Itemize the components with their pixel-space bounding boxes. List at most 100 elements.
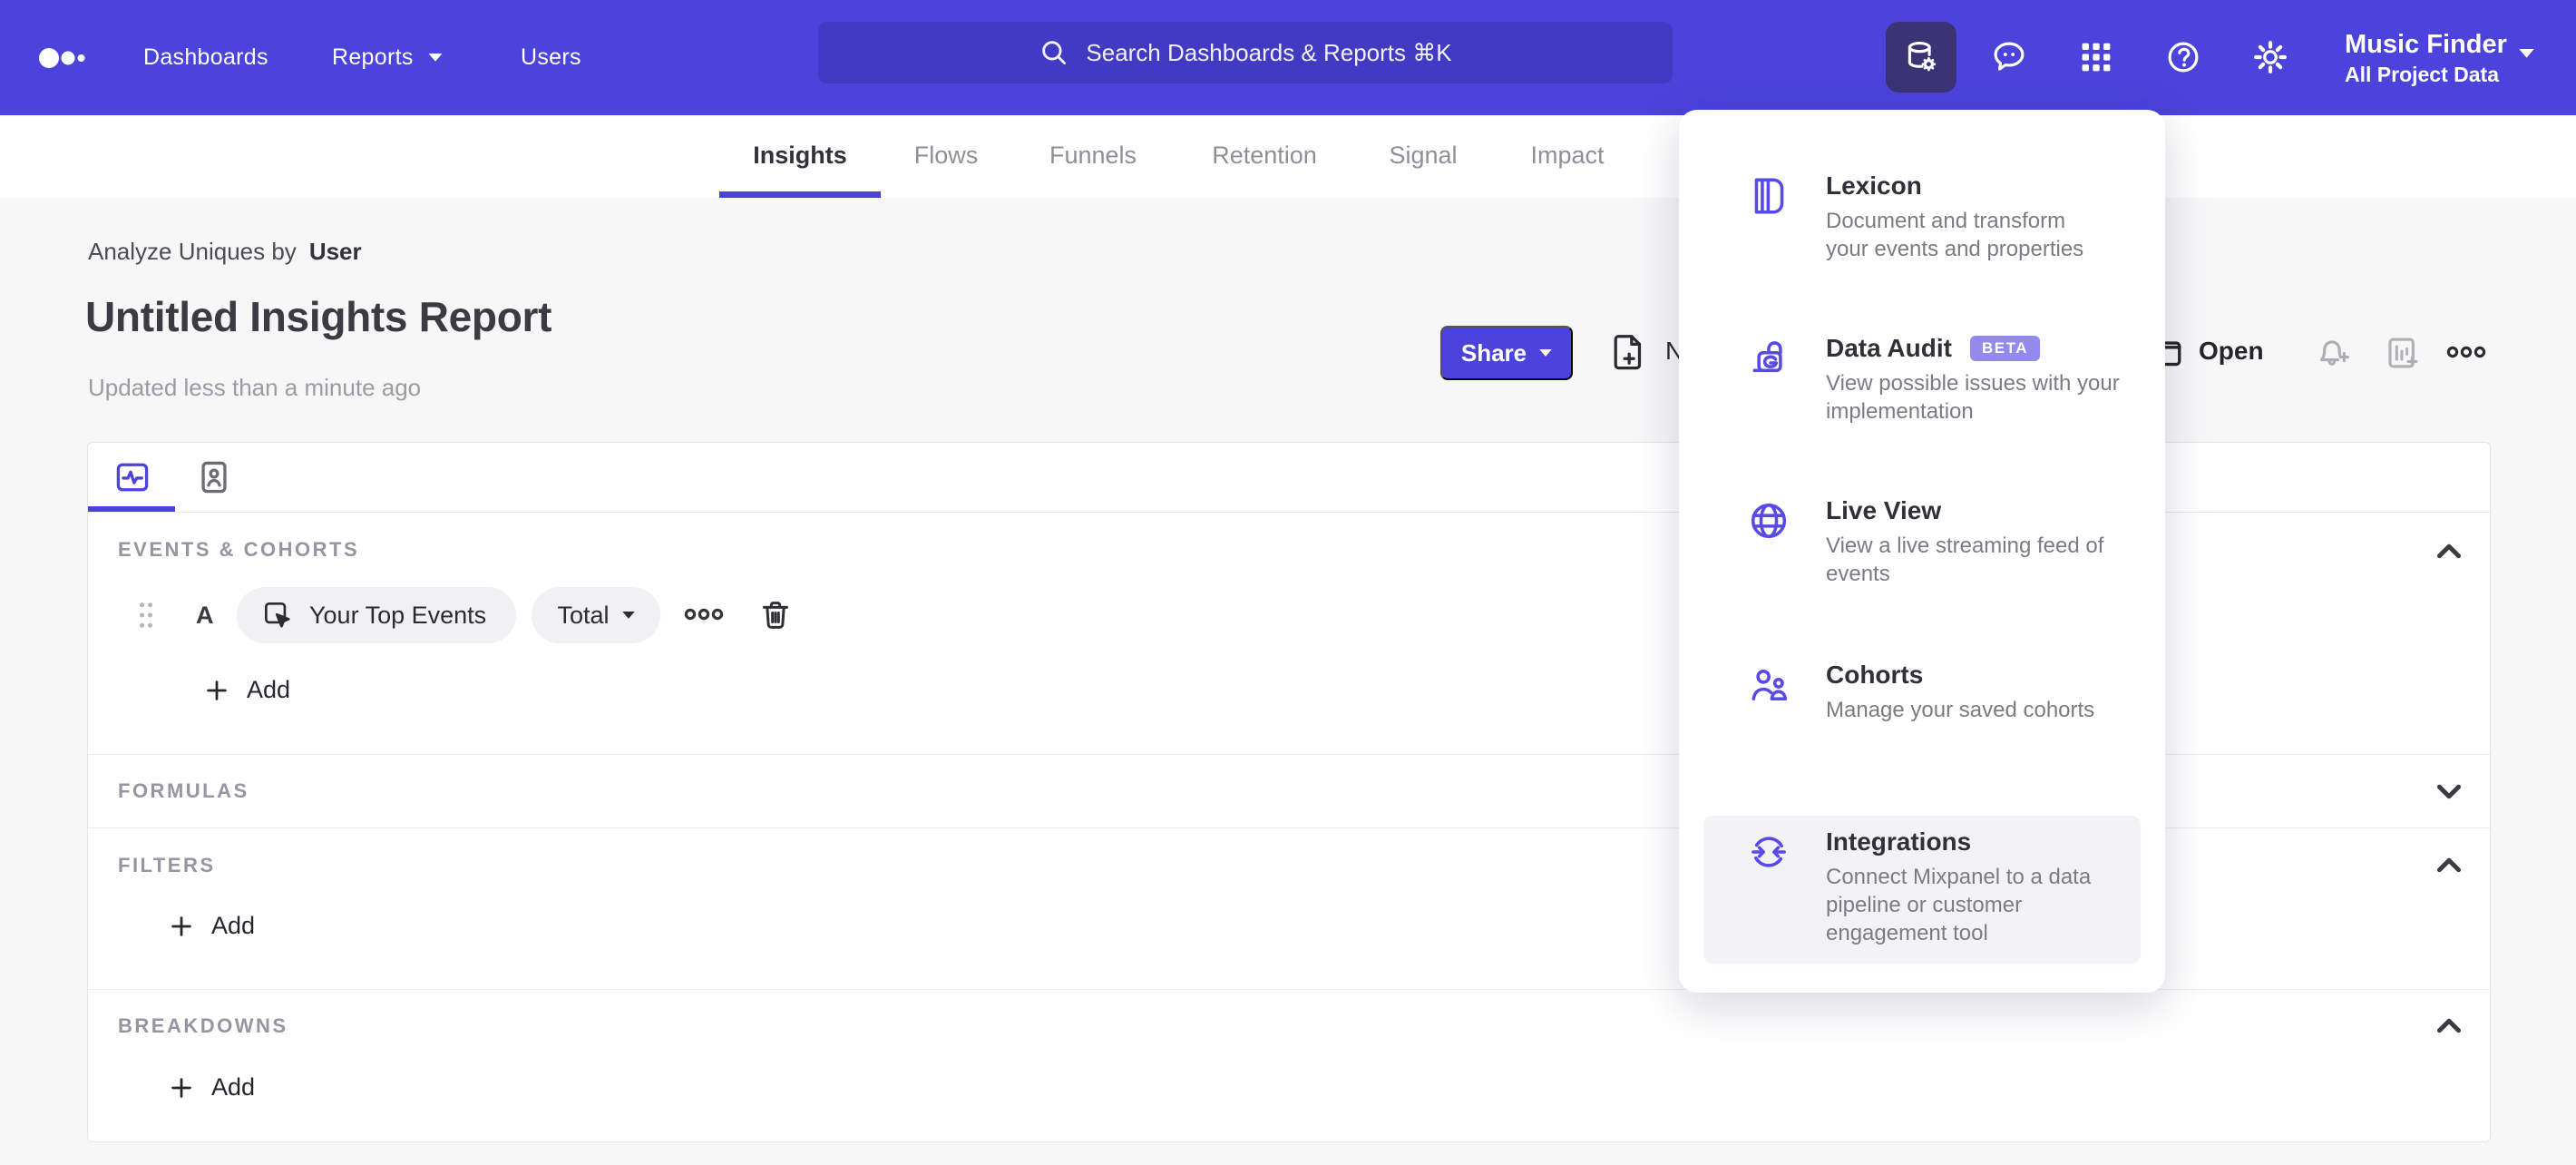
question-circle-icon [2168,42,2199,73]
event-selector[interactable]: Your Top Events [237,587,516,643]
search-icon [1042,41,1067,65]
drag-handle[interactable] [135,599,157,633]
menu-item-cohorts[interactable]: Cohorts Manage your saved cohorts [1746,659,2094,724]
add-filter-button[interactable]: Add [168,912,255,940]
help-button[interactable] [2161,22,2206,93]
event-name: Your Top Events [309,601,487,629]
more-options-button[interactable] [2445,345,2487,361]
add-label: Add [211,1073,256,1101]
chevron-down-icon [1539,348,1552,357]
event-row-letter: A [196,602,214,629]
alert-bell-button[interactable] [2315,334,2353,372]
active-tab-underline [719,191,881,198]
integrations-sync-icon [1746,829,1791,875]
collapse-filters-button[interactable] [2428,845,2470,886]
metric-selector[interactable]: Total [532,587,660,643]
book-icon [1746,173,1791,219]
menu-item-desc: Connect Mixpanel to a data pipeline or c… [1826,865,2092,945]
data-management-button[interactable] [1886,22,1956,93]
database-gear-icon [1908,42,1937,72]
add-label: Add [211,912,256,939]
chevron-up-icon [2436,857,2462,873]
tab-insights[interactable]: Insights [753,115,847,195]
profile-card-icon [201,461,227,494]
bell-plus-icon [2319,340,2349,366]
insights-pulse-icon [116,463,149,492]
project-name: Music Finder [2345,29,2507,59]
plus-icon [171,1077,191,1098]
analyze-entity-selector[interactable]: User [309,238,362,266]
open-label: Open [2199,337,2264,365]
share-label: Share [1460,338,1527,367]
top-nav: Dashboards Reports Users Search Dashboar… [0,0,2576,115]
tab-flows[interactable]: Flows [914,115,979,195]
menu-item-title: Lexicon [1826,171,1922,200]
project-scope: All Project Data [2345,62,2499,86]
expand-formulas-button[interactable] [2428,770,2470,812]
search-placeholder: Search Dashboards & Reports ⌘K [1086,38,1452,66]
cohorts-people-icon [1746,662,1791,708]
events-section-label: EVENTS & COHORTS [118,538,360,561]
settings-button[interactable] [2248,22,2293,93]
nav-reports[interactable]: Reports [332,0,443,115]
analyze-line: Analyze Uniques by User [88,238,362,266]
add-event-button[interactable]: Add [203,676,290,704]
profiles-view-tab[interactable] [194,457,234,497]
nav-dashboards[interactable]: Dashboards [143,0,268,115]
menu-item-live-view[interactable]: Live View View a live streaming feed of … [1746,494,2103,588]
plus-icon [171,915,191,936]
metric-label: Total [557,601,610,629]
menu-item-title: Live View [1826,496,1942,524]
menu-item-text: Live View View a live streaming feed of … [1826,494,2103,588]
mixpanel-logo[interactable] [38,38,93,78]
collapse-events-button[interactable] [2428,531,2470,573]
add-breakdown-button[interactable]: Add [168,1073,255,1101]
filters-section-label: FILTERS [118,854,216,876]
analyze-prefix: Analyze Uniques by [88,238,297,265]
report-title[interactable]: Untitled Insights Report [85,292,551,341]
menu-item-title: Cohorts [1826,661,1924,689]
share-button[interactable]: Share [1440,326,1573,380]
tab-retention[interactable]: Retention [1212,115,1317,195]
collapse-breakdowns-button[interactable] [2428,1005,2470,1047]
menu-item-text: Data Audit BETA View possible issues wit… [1826,332,2120,426]
events-view-tab[interactable] [112,457,152,497]
project-selector[interactable]: Music Finder All Project Data [2345,0,2540,115]
more-dots-icon [684,608,724,621]
menu-item-text: Integrations Connect Mixpanel to a data … [1826,826,2091,964]
chevron-down-icon [621,611,635,619]
feedback-button[interactable] [1986,22,2032,93]
grid-icon [2082,43,2111,72]
trash-icon [763,602,788,629]
chat-bubble-icon [1994,42,2025,71]
menu-item-desc: View possible issues with your implement… [1826,371,2120,424]
menu-item-data-audit[interactable]: Data Audit BETA View possible issues wit… [1746,332,2120,426]
lock-audit-icon [1746,336,1791,381]
apps-grid-button[interactable] [2073,22,2119,93]
search-input[interactable]: Search Dashboards & Reports ⌘K [818,22,1673,83]
add-to-board-button[interactable] [2384,334,2422,372]
tab-signal[interactable]: Signal [1389,115,1457,195]
formulas-section-label: FORMULAS [118,779,249,802]
menu-item-lexicon[interactable]: Lexicon Document and transform your even… [1746,170,2083,263]
plus-icon [207,680,227,700]
menu-item-text: Cohorts Manage your saved cohorts [1826,659,2094,724]
document-plus-icon [1614,335,1642,370]
chevron-down-icon [2436,784,2462,799]
gear-icon [2253,40,2288,74]
menu-item-desc: View a live streaming feed of events [1826,534,2104,586]
updated-status: Updated less than a minute ago [88,374,422,401]
chevron-up-icon [2436,1018,2462,1033]
tab-funnels[interactable]: Funnels [1049,115,1137,195]
chevron-up-icon [2436,543,2462,559]
event-row-more-button[interactable] [683,607,725,623]
report-tabbar: Insights Flows Funnels Retention Signal … [0,115,2576,198]
nav-reports-label: Reports [332,44,414,70]
menu-item-desc: Manage your saved cohorts [1826,698,2095,722]
delete-event-button[interactable] [757,597,794,633]
tab-impact[interactable]: Impact [1530,115,1604,195]
nav-users[interactable]: Users [521,0,581,115]
menu-item-title: Data Audit BETA [1826,332,2120,365]
menu-item-integrations[interactable]: Integrations Connect Mixpanel to a data … [1703,816,2141,964]
more-dots-icon [2446,346,2486,358]
